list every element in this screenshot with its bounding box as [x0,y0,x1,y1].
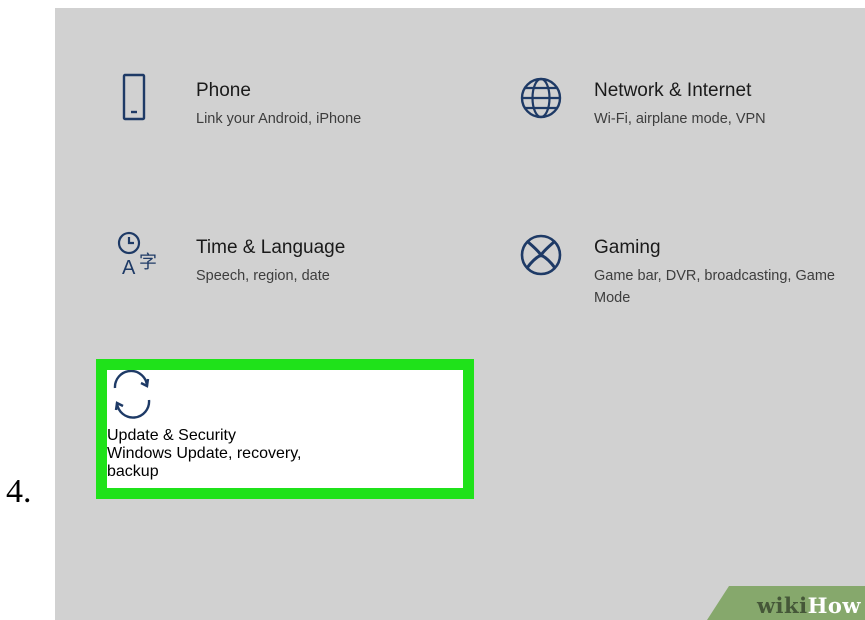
network-internet-description: Wi-Fi, airplane mode, VPN [594,111,766,127]
time-language-title: Time & Language [196,237,346,258]
watermark-suffix: How [807,593,861,618]
update-security-title: Update & Security [107,427,236,444]
update-security-description: Windows Update, recovery, backup [107,445,302,480]
gaming-description: Game bar, DVR, broadcasting, Game Mode [594,268,835,306]
wikihow-watermark: wikiHow [757,593,861,618]
gaming-title: Gaming [594,237,661,258]
phone-description: Link your Android, iPhone [196,111,362,127]
xbox-icon [517,230,569,282]
watermark-prefix: wiki [756,593,808,618]
time-language-description: Speech, region, date [196,268,330,284]
phone-icon [115,73,167,125]
settings-window: Phone Link your Android, iPhone Network … [55,8,865,620]
update-security-tile[interactable]: Update & Security Windows Update, recove… [96,359,474,499]
step-number: 4. [6,473,32,510]
network-internet-title: Network & Internet [594,80,752,101]
globe-icon [517,73,569,125]
svg-text:A: A [122,257,136,279]
time-language-icon: A 字 [115,230,167,282]
sync-arrows-icon [107,369,159,426]
phone-title: Phone [196,80,251,101]
svg-text:字: 字 [139,252,157,273]
